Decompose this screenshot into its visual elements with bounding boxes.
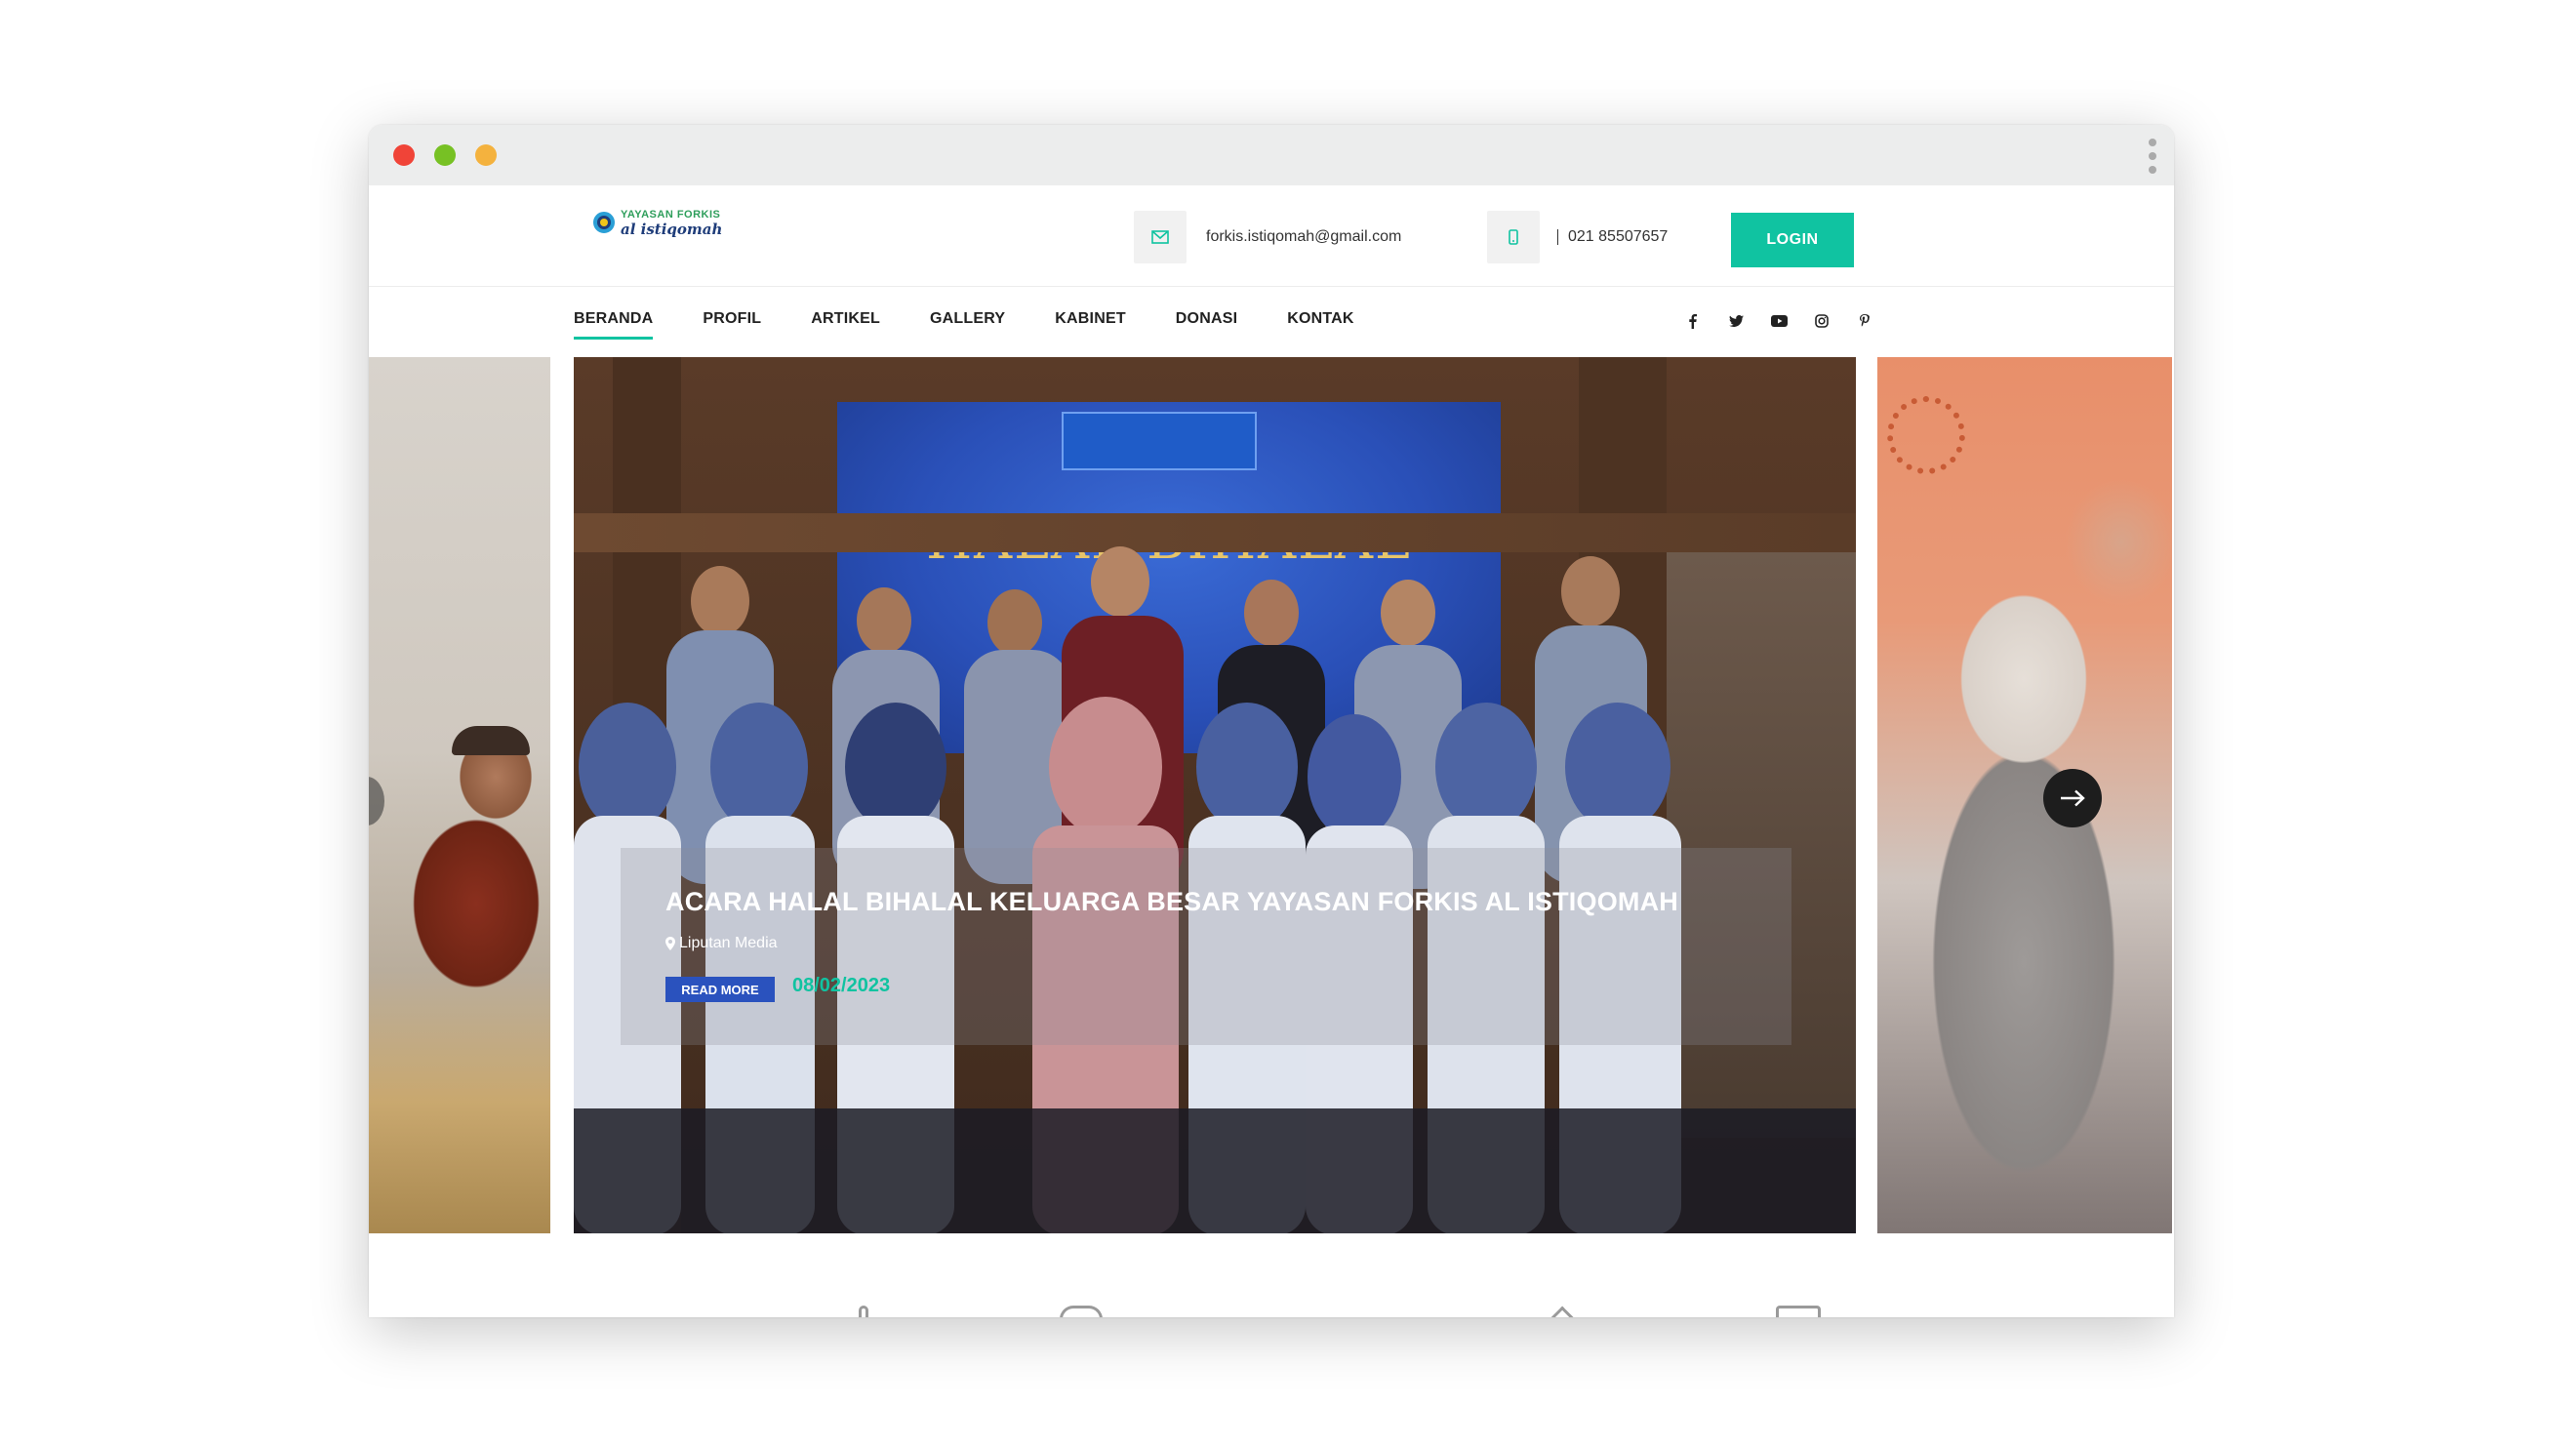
- next-slide-ornament: [1887, 396, 1965, 474]
- nav-item-gallery[interactable]: GALLERY: [930, 310, 1005, 334]
- email-text[interactable]: forkis.istiqomah@gmail.com: [1206, 228, 1401, 246]
- slide-category: Liputan Media: [665, 935, 778, 952]
- browser-titlebar: [369, 125, 2174, 185]
- feature-icons-row: [369, 1306, 2174, 1317]
- nav-item-beranda[interactable]: BERANDA: [574, 310, 654, 340]
- mobile-icon: [1487, 211, 1540, 263]
- slide-caption: ACARA HALAL BIHALAL KELUARGA BESAR YAYAS…: [621, 848, 1791, 1045]
- contact-phone: 021 85507657: [1487, 211, 1668, 263]
- more-icon[interactable]: [2149, 139, 2156, 174]
- logo-line2: al istiqomah: [621, 221, 723, 238]
- browser-window: YAYASAN FORKIS al istiqomah forkis.istiq…: [369, 125, 2174, 1317]
- site-header: YAYASAN FORKIS al istiqomah forkis.istiq…: [369, 185, 2174, 287]
- contact-email: forkis.istiqomah@gmail.com: [1134, 211, 1401, 263]
- minimize-dot[interactable]: [434, 144, 456, 166]
- arrow-right-icon: [2061, 789, 2085, 807]
- mail-icon: [1134, 211, 1187, 263]
- location-icon: [859, 1306, 868, 1317]
- slide-title[interactable]: ACARA HALAL BIHALAL KELUARGA BESAR YAYAS…: [665, 887, 1678, 917]
- pinterest-icon[interactable]: [1843, 310, 1886, 332]
- group-photo: [574, 546, 1856, 1233]
- nav-item-profil[interactable]: PROFIL: [703, 310, 761, 334]
- hero-slider: HALAL BIHALAL: [369, 357, 2174, 1233]
- nav-item-donasi[interactable]: DONASI: [1176, 310, 1237, 334]
- close-dot[interactable]: [393, 144, 415, 166]
- current-slide: HALAL BIHALAL: [574, 357, 1856, 1233]
- main-nav: BERANDA PROFIL ARTIKEL GALLERY KABINET D…: [369, 287, 2174, 355]
- next-slide-preview[interactable]: [1877, 357, 2172, 1233]
- prev-arrow-button[interactable]: [369, 777, 384, 825]
- prev-slide-cap: [452, 726, 530, 755]
- location-pin-icon: [665, 937, 675, 950]
- facebook-icon[interactable]: [1671, 310, 1714, 332]
- login-button[interactable]: LOGIN: [1731, 213, 1854, 267]
- youtube-icon[interactable]: [1757, 310, 1800, 332]
- logo-mark-icon: [593, 212, 615, 233]
- logo-line1: YAYASAN FORKIS: [621, 209, 721, 221]
- mail-outline-icon: [1776, 1306, 1821, 1317]
- twitter-icon[interactable]: [1714, 310, 1757, 332]
- site-logo[interactable]: YAYASAN FORKIS al istiqomah: [593, 205, 722, 240]
- nav-item-kabinet[interactable]: KABINET: [1055, 310, 1126, 334]
- nav-item-kontak[interactable]: KONTAK: [1287, 310, 1353, 334]
- home-icon: [1547, 1306, 1574, 1317]
- instagram-icon[interactable]: [1800, 310, 1843, 332]
- maximize-dot[interactable]: [475, 144, 497, 166]
- phone-text[interactable]: 021 85507657: [1568, 228, 1668, 246]
- slide-date: 08/02/2023: [792, 975, 891, 996]
- nav-item-artikel[interactable]: ARTIKEL: [811, 310, 880, 334]
- read-more-button[interactable]: READ MORE: [665, 977, 775, 1002]
- phone-separator: [1557, 229, 1558, 245]
- next-arrow-button[interactable]: [2043, 769, 2102, 827]
- clock-icon: [1060, 1306, 1103, 1317]
- social-links: [1671, 310, 1886, 332]
- category-text[interactable]: Liputan Media: [679, 935, 778, 952]
- prev-slide-preview[interactable]: [369, 357, 550, 1233]
